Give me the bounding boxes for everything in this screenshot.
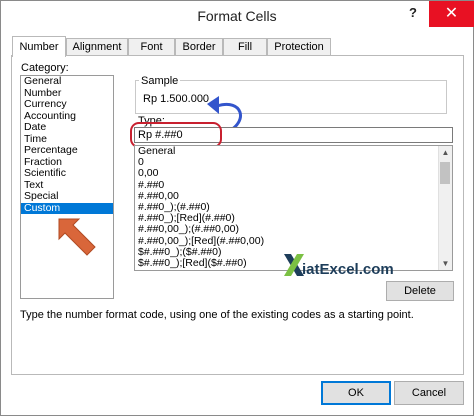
watermark-text: iatExcel.com <box>302 261 394 278</box>
close-button[interactable]: ✕ <box>429 1 474 27</box>
title-bar: Format Cells ? ✕ <box>1 1 474 33</box>
category-item-custom[interactable]: Custom <box>21 202 113 214</box>
format-item[interactable]: 0 <box>135 156 452 168</box>
category-label: Category: <box>21 62 69 74</box>
sample-label: Sample <box>139 75 181 87</box>
category-item-currency[interactable]: Currency <box>21 98 113 111</box>
cancel-button[interactable]: Cancel <box>394 381 464 405</box>
delete-button-label: Delete <box>404 285 436 297</box>
category-item-scientific[interactable]: Scientific <box>21 167 113 180</box>
tab-alignment[interactable]: Alignment <box>66 38 128 56</box>
format-item[interactable]: General <box>135 146 452 157</box>
category-item-date[interactable]: Date <box>21 121 113 134</box>
category-item-special[interactable]: Special <box>21 190 113 203</box>
category-item-percentage[interactable]: Percentage <box>21 144 113 157</box>
scroll-down-icon[interactable]: ▼ <box>439 257 452 270</box>
scroll-thumb[interactable] <box>440 162 450 184</box>
dialog-title: Format Cells <box>197 8 277 24</box>
format-item[interactable]: #.##0,00_);[Red](#.##0,00) <box>135 235 452 247</box>
tab-font[interactable]: Font <box>128 38 175 56</box>
delete-button[interactable]: Delete <box>386 281 454 301</box>
format-item[interactable]: #.##0 <box>135 179 452 191</box>
format-item[interactable]: #.##0,00_);(#.##0,00) <box>135 224 452 235</box>
tab-number[interactable]: Number <box>12 36 66 57</box>
category-item-general[interactable]: General <box>21 75 113 88</box>
scroll-up-icon[interactable]: ▲ <box>439 146 452 159</box>
category-list[interactable]: General Number Currency Accounting Date … <box>20 75 114 299</box>
help-button[interactable]: ? <box>404 5 422 25</box>
pointer-arrow-annotation <box>58 218 96 256</box>
tab-protection[interactable]: Protection <box>267 38 331 56</box>
format-description: Type the number format code, using one o… <box>20 309 414 321</box>
tab-border[interactable]: Border <box>175 38 223 56</box>
format-list-scrollbar[interactable]: ▲ ▼ <box>438 146 452 270</box>
ok-button[interactable]: OK <box>321 381 391 405</box>
sample-value: Rp 1.500.000 <box>143 93 210 105</box>
tab-fill[interactable]: Fill <box>223 38 267 56</box>
format-item[interactable]: 0,00 <box>135 168 452 179</box>
